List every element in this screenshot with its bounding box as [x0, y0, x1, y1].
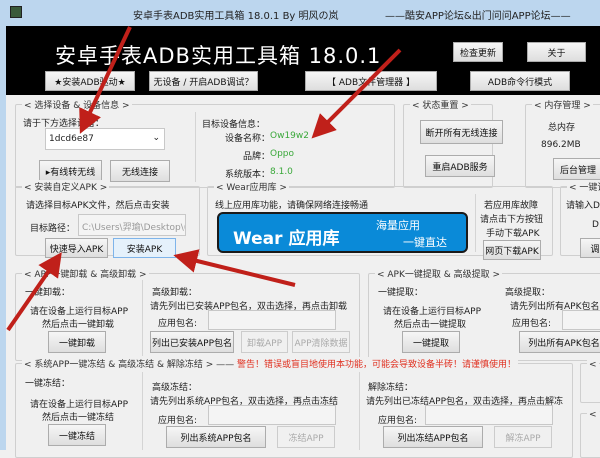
install-apk-button[interactable]: 安装APK — [113, 238, 176, 258]
group-legend: < 内存管理 > — [532, 98, 593, 111]
wired-to-wireless-button[interactable]: ▸有线转无线 — [39, 160, 102, 182]
quick-freeze-button[interactable]: 一键冻结 — [48, 424, 106, 446]
window-title: 安卓手表ADB实用工具箱 18.0.1 By 明风の岚 — [133, 11, 339, 22]
adv-uninstall-title: 高级卸载： — [152, 288, 198, 298]
no-device-button[interactable]: 无设备 / 开启ADB调试？ — [149, 71, 258, 91]
quick-extract-hint: 请在设备上运行目标APP — [383, 307, 482, 317]
quick-freeze-hint: 然后点击一键冻结 — [42, 413, 115, 423]
pkg-label: 应用包名: — [158, 319, 198, 329]
group-legend: < 第 — [587, 407, 600, 420]
cmd-mode-button[interactable]: ADB命令行模式 — [470, 71, 570, 91]
install-driver-button[interactable]: ★安装ADB驱动★ — [45, 71, 135, 91]
web-download-apk-button[interactable]: 网页下载APK — [483, 240, 541, 260]
check-update-button[interactable]: 检查更新 — [453, 42, 503, 62]
divider — [359, 372, 360, 450]
group-legend: < APP一键卸载 & 高级卸载 > — [22, 267, 149, 280]
path-value: C:\Users\羿瑜\Desktop\( — [82, 223, 186, 233]
quick-freeze-hint: 请在设备上运行目标APP — [30, 400, 129, 410]
title-bar: 安卓手表ADB实用工具箱 18.0.1 By 明风の岚 ——酷安APP论坛&出门… — [0, 0, 600, 26]
device-name-label: 设备名称： — [225, 134, 271, 144]
list-installed-button[interactable]: 列出已安装APP包名 — [150, 331, 234, 353]
brand-label: 品牌： — [243, 152, 271, 162]
uninstall-app-button[interactable]: 卸载APP — [241, 331, 288, 353]
fallback-hint: 若应用库故障 — [484, 201, 539, 211]
quick-freeze-title: 一键冻结： — [25, 379, 71, 389]
group-legend: < 状态重置 > — [410, 98, 471, 111]
forum-credit: ——酷安APP论坛&出门问问APP论坛—— — [385, 11, 571, 22]
device-info-title: 目标设备信息： — [202, 120, 266, 130]
freeze-pkg-input[interactable] — [208, 405, 336, 425]
unfreeze-app-button[interactable]: 解冻APP — [494, 426, 552, 448]
path-label: 目标路径： — [30, 224, 76, 234]
group-legend: < 安装自定义APK > — [22, 180, 110, 193]
tune-label: D — [592, 220, 599, 230]
pkg-label: 应用包名: — [378, 416, 418, 426]
adv-extract-title: 高级提取： — [505, 288, 551, 298]
quick-extract-button[interactable]: 一键提取 — [402, 331, 460, 353]
device-select-value: 1dcd6e87 — [49, 134, 94, 144]
right-stub-group: < 第 — [580, 407, 600, 458]
total-memory-label: 总内存 — [548, 123, 576, 133]
freeze-warning: 警告！错误或盲目地使用本功能，可能会导致设备半砖！请谨慎使用！ — [237, 360, 517, 370]
pkg-label: 应用包名: — [158, 416, 198, 426]
wireless-connect-button[interactable]: 无线连接 — [110, 160, 170, 182]
group-legend: < APK一键提取 & 高级提取 > — [375, 267, 503, 280]
banner-sub-text: 一键直达 — [403, 236, 447, 249]
file-manager-button[interactable]: 【 ADB文件管理器 】 — [305, 71, 437, 91]
unfreeze-pkg-input[interactable] — [425, 405, 553, 425]
app-icon — [10, 6, 22, 18]
group-legend: < Wear应用库 > — [214, 180, 289, 193]
quick-extract-title: 一键提取： — [378, 288, 424, 298]
device-name: Ow19w2 — [270, 131, 309, 141]
chevron-down-icon: ⌄ — [152, 133, 160, 143]
group-legend: < 系统APP一键冻结 & 高级冻结 & 解除冻结 > —— 警告！错误或盲目地… — [22, 357, 519, 370]
path-input[interactable]: C:\Users\羿瑜\Desktop\( — [78, 214, 186, 236]
disconnect-wireless-button[interactable]: 断开所有无线连接 — [420, 120, 503, 144]
adv-freeze-title: 高级冻结： — [152, 383, 198, 393]
banner-sub-text: 海量应用 — [376, 219, 420, 232]
total-memory-value: 896.2MB — [541, 140, 581, 150]
install-hint: 请选择目标APK文件，然后点击安装 — [26, 201, 170, 211]
group-legend: < 一键调 — [567, 180, 600, 193]
fallback-hint: 请点击下方按钮 — [480, 215, 544, 225]
brand-value: Oppo — [270, 149, 295, 159]
pkg-label: 应用包名: — [512, 319, 552, 329]
freeze-app-button[interactable]: 冻结APP — [277, 426, 335, 448]
list-system-apps-button[interactable]: 列出系统APP包名 — [166, 426, 266, 448]
version-label: 系统版本： — [225, 170, 271, 180]
list-all-apk-button[interactable]: 列出所有APK包名 — [519, 331, 600, 353]
divider — [195, 112, 196, 182]
restart-adb-button[interactable]: 重启ADB服务 — [425, 155, 495, 177]
background-manage-button[interactable]: 后台管理 — [553, 158, 600, 180]
tune-hint: 请输入D — [566, 201, 600, 211]
quick-uninstall-hint: 然后点击一键卸载 — [42, 320, 115, 330]
device-select[interactable]: 1dcd6e87 ⌄ — [45, 128, 165, 150]
app-title: 安卓手表ADB实用工具箱 18.0.1 — [55, 44, 382, 68]
group-legend: < 一 — [587, 357, 600, 370]
quick-uninstall-title: 一键卸载： — [25, 288, 71, 298]
quick-uninstall-hint: 请在设备上运行目标APP — [30, 307, 129, 317]
tune-button[interactable]: 调 — [580, 238, 600, 258]
clear-data-button[interactable]: APP清除数据 — [292, 331, 350, 353]
divider — [142, 372, 143, 450]
quick-extract-hint: 然后点击一键提取 — [394, 320, 467, 330]
fallback-hint: 手动下载APK — [486, 229, 540, 239]
right-stub-group: < 一 — [580, 357, 600, 403]
list-frozen-apps-button[interactable]: 列出冻结APP包名 — [383, 426, 483, 448]
wear-hint: 线上应用库功能，请确保网络连接畅通 — [215, 201, 369, 211]
about-button[interactable]: 关于 — [527, 42, 586, 62]
freeze-legend: < 系统APP一键冻结 & 高级冻结 & 解除冻结 > — [24, 360, 214, 370]
group-legend: < 选择设备 & 设备信息 > — [22, 98, 132, 111]
quick-uninstall-button[interactable]: 一键卸载 — [48, 331, 106, 353]
version-value: 8.1.0 — [270, 167, 293, 177]
uninstall-pkg-input[interactable] — [208, 310, 336, 330]
banner-main-text: Wear 应用库 — [233, 229, 340, 249]
divider — [475, 194, 476, 252]
quick-import-apk-button[interactable]: 快速导入APK — [45, 238, 108, 258]
wear-store-banner[interactable]: Wear 应用库 海量应用 一键直达 — [217, 212, 468, 253]
extract-pkg-input[interactable] — [562, 310, 600, 330]
unfreeze-title: 解除冻结： — [368, 383, 414, 393]
divider — [142, 280, 143, 356]
